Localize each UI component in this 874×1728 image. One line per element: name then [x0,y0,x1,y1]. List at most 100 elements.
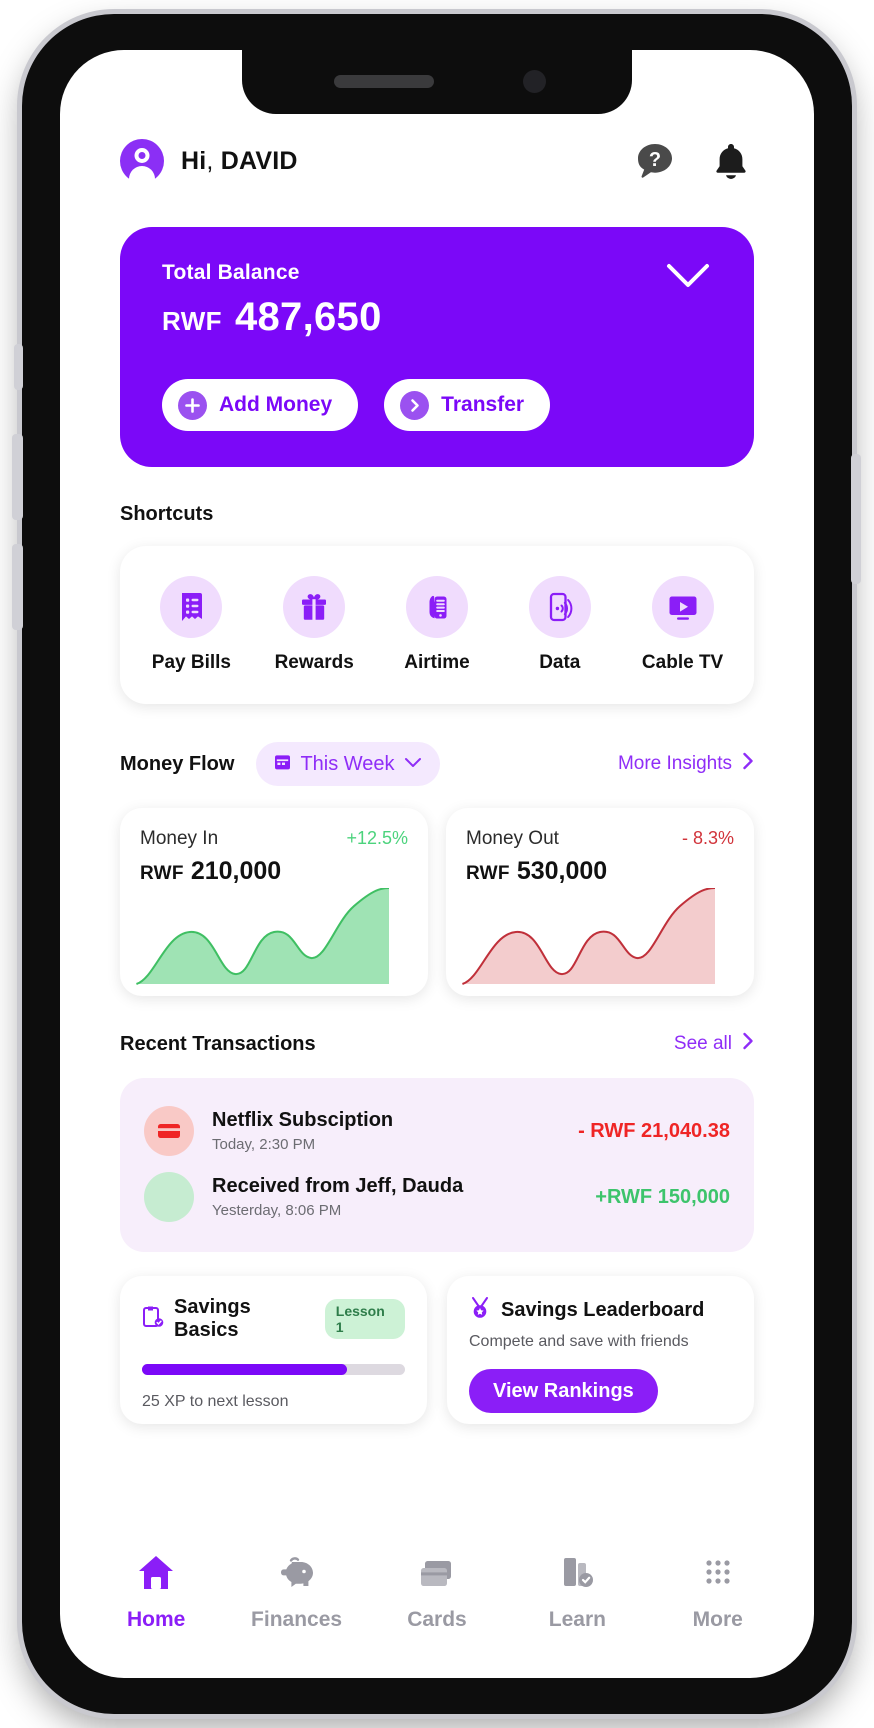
shortcut-airtime[interactable]: Airtime [381,576,493,674]
shortcut-label: Pay Bills [151,652,231,673]
home-icon [135,1552,177,1599]
see-all-label: See all [673,1033,732,1054]
money-out-top: Money Out - 8.3% [466,828,734,850]
greeting-comma: , [206,146,214,175]
shortcut-cable-tv[interactable]: Cable TV [627,576,739,674]
shortcut-label: Rewards [274,652,354,673]
leaderboard-head: Savings Leaderboard [469,1296,732,1325]
chevron-right-icon [400,390,430,420]
shortcut-data[interactable]: Data [504,576,616,674]
add-money-button[interactable]: Add Money [162,379,359,431]
shortcut-pay-bills[interactable]: Pay Bills [135,576,247,674]
savings-leaderboard-card[interactable]: Savings Leaderboard Compete and save wit… [447,1276,754,1424]
piggy-bank-icon [276,1552,318,1599]
money-flow-cards: Money In +12.5% RWF 210,000 Money Out - … [120,808,754,996]
notification-bell-icon[interactable] [708,138,754,184]
chevron-down-icon [404,755,422,773]
grid-dots-more-icon [697,1552,739,1599]
nav-item-more[interactable]: More [659,1552,777,1632]
chevron-right-icon [742,1032,754,1056]
money-out-currency: RWF [466,863,510,884]
view-rankings-button[interactable]: View Rankings [469,1369,658,1413]
add-money-label: Add Money [219,393,333,416]
transaction-meta: Netflix Subsciption Today, 2:30 PM [212,1109,393,1153]
more-insights-label: More Insights [617,753,732,774]
plus-icon [178,390,207,420]
phone-signal-waves-icon [528,576,591,638]
shortcut-label: Airtime [404,652,470,673]
transaction-time: Yesterday, 8:06 PM [212,1202,342,1219]
nav-item-home[interactable]: Home [97,1552,215,1632]
table-row[interactable]: Received from Jeff, Dauda Yesterday, 8:0… [144,1164,730,1230]
lesson-progress-bar [142,1364,405,1375]
phone-screen: Hi, DAVID ? Total Balance RWF 487,650 Ad… [60,50,814,1678]
nav-item-cards[interactable]: Cards [378,1552,496,1632]
total-balance-card[interactable]: Total Balance RWF 487,650 Add Money Tran… [120,227,754,467]
volume-down-button[interactable] [12,544,23,630]
period-selector[interactable]: This Week [256,742,440,786]
xp-text: 25 XP to next lesson [142,1393,289,1410]
nav-label: Cards [407,1608,467,1631]
shortcut-rewards[interactable]: Rewards [258,576,370,674]
transaction-meta: Received from Jeff, Dauda Yesterday, 8:0… [212,1175,463,1219]
money-out-card[interactable]: Money Out - 8.3% RWF 530,000 [446,808,754,996]
balance-actions: Add Money Transfer [162,379,551,431]
nav-item-finances[interactable]: Finances [238,1552,356,1632]
balance-label: Total Balance [162,261,300,284]
balance-amount-row: RWF 487,650 [162,295,712,340]
period-label: This Week [300,752,395,775]
money-out-label: Money Out [466,828,559,849]
nav-item-learn[interactable]: Learn [518,1552,636,1632]
shortcut-label: Data [539,652,581,673]
learn-book-check-icon [556,1552,598,1599]
transactions-card: Netflix Subsciption Today, 2:30 PM - RWF… [120,1078,754,1252]
mini-cards-row: Savings Basics Lesson 1 25 XP to next le… [120,1276,754,1424]
savings-basics-card[interactable]: Savings Basics Lesson 1 25 XP to next le… [120,1276,427,1424]
money-in-card[interactable]: Money In +12.5% RWF 210,000 [120,808,428,996]
earpiece-speaker [334,75,434,88]
money-out-amount: RWF 530,000 [466,857,734,886]
nav-label: Home [127,1608,186,1631]
page-title: Hi, DAVID [181,147,298,176]
transaction-title: Netflix Subsciption [212,1109,394,1131]
chevron-right-icon [742,752,754,776]
chevron-down-icon[interactable] [666,263,710,294]
balance-currency: RWF [162,306,222,336]
money-in-top: Money In +12.5% [140,828,408,850]
transaction-amount: +RWF 150,000 [595,1185,730,1208]
shortcuts-section-title: Shortcuts [120,503,214,525]
volume-up-button[interactable] [12,434,23,520]
calendar-icon [274,753,291,776]
power-button[interactable] [851,454,861,584]
more-insights-link[interactable]: More Insights [618,752,754,776]
svg-text:?: ? [649,149,661,171]
receipt-bill-icon [160,576,223,638]
transaction-time: Today, 2:30 PM [212,1136,316,1153]
transfer-label: Transfer [441,393,525,416]
money-out-delta: - 8.3% [681,828,734,848]
gift-box-icon [283,576,346,638]
silent-switch[interactable] [14,344,23,390]
cards-stack-icon [416,1552,458,1599]
money-in-delta: +12.5% [346,828,408,848]
money-flow-header: Money Flow This Week More Insights [120,742,754,786]
user-avatar-icon[interactable] [120,139,164,183]
table-row[interactable]: Netflix Subsciption Today, 2:30 PM - RWF… [144,1098,730,1164]
help-question-bubble-icon[interactable]: ? [632,138,678,184]
money-in-label: Money In [140,828,219,849]
greeting-username: DAVID [220,146,298,175]
app-root: Hi, DAVID ? Total Balance RWF 487,650 Ad… [60,50,814,1678]
lesson-book-icon [142,1305,164,1334]
credit-card-icon [144,1106,194,1156]
see-all-link[interactable]: See all [674,1032,754,1056]
phone-notch [242,50,632,114]
phone-frame: Hi, DAVID ? Total Balance RWF 487,650 Ad… [12,14,861,1714]
transactions-title: Recent Transactions [120,1032,316,1055]
tv-play-icon [651,576,714,638]
transfer-button[interactable]: Transfer [384,379,551,431]
nav-label: More [692,1608,743,1631]
trophy-medal-icon [469,1296,491,1325]
money-flow-title: Money Flow [120,752,235,775]
shortcuts-card: Pay Bills Rewards Airtime Data Cable TV [120,546,754,704]
header-actions: ? [632,138,754,184]
